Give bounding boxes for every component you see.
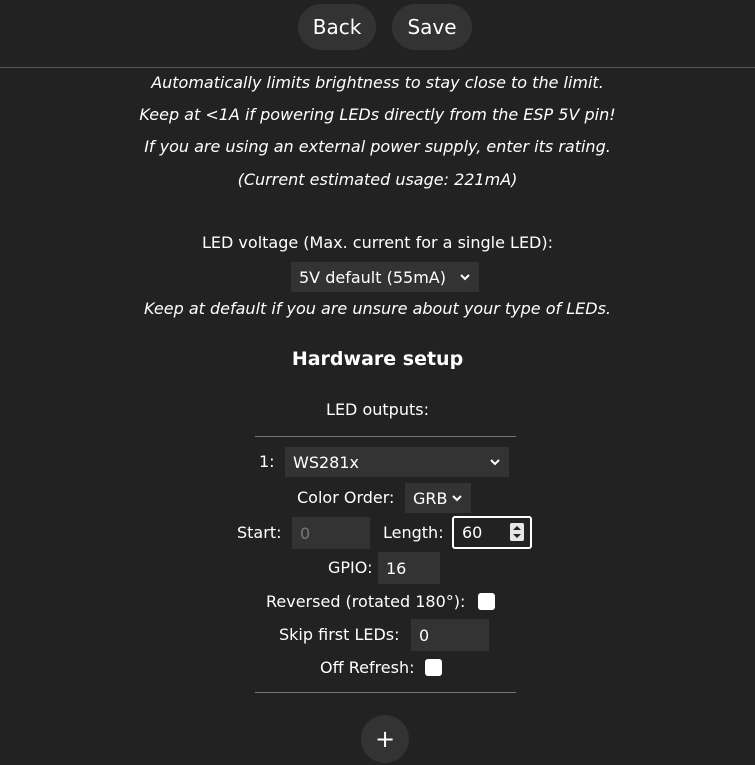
chevron-down-icon (460, 274, 470, 281)
reversed-label: Reversed (rotated 180°): (266, 592, 466, 611)
color-order-selected: GRB (413, 488, 448, 508)
add-output-button[interactable]: + (361, 715, 409, 763)
brightness-limit-info: Automatically limits brightness to stay … (151, 73, 604, 92)
length-value: 60 (462, 523, 483, 542)
external-supply-hint: If you are using an external power suppl… (144, 137, 611, 156)
settings-page: Back Save Automatically limits brightnes… (0, 0, 755, 765)
led-voltage-selected: 5V default (55mA) (299, 267, 446, 287)
length-input[interactable]: 60 (452, 516, 532, 549)
off-refresh-label: Off Refresh: (320, 658, 415, 677)
chevron-down-icon (490, 459, 500, 466)
plus-icon: + (374, 725, 396, 753)
esp-pin-warning: Keep at <1A if powering LEDs directly fr… (139, 105, 616, 124)
output-index-label: 1: (259, 452, 275, 471)
chevron-down-icon (452, 495, 462, 502)
save-button[interactable]: Save (392, 4, 472, 50)
gpio-input[interactable]: 16 (378, 552, 440, 584)
led-voltage-select[interactable]: 5V default (55mA) (291, 262, 479, 292)
current-usage-estimate: (Current estimated usage: 221mA) (237, 170, 518, 189)
color-order-label: Color Order: (297, 488, 395, 507)
reversed-checkbox[interactable] (478, 593, 495, 610)
color-order-select[interactable]: GRB (405, 483, 471, 513)
spinner-icon[interactable] (510, 523, 524, 541)
led-outputs-label: LED outputs: (326, 400, 429, 419)
led-voltage-hint: Keep at default if you are unsure about … (143, 299, 612, 318)
led-type-select[interactable]: WS281x (285, 447, 509, 477)
back-button[interactable]: Back (298, 4, 376, 50)
led-type-selected: WS281x (293, 452, 359, 472)
divider (255, 692, 516, 693)
skip-first-leds-input[interactable]: 0 (411, 619, 489, 651)
length-label: Length: (383, 523, 444, 542)
top-toolbar: Back Save (0, 0, 755, 68)
hardware-setup-heading: Hardware setup (291, 348, 464, 370)
off-refresh-checkbox[interactable] (425, 659, 442, 676)
divider (255, 436, 516, 437)
led-voltage-label: LED voltage (Max. current for a single L… (202, 233, 553, 252)
gpio-label: GPIO: (328, 558, 373, 577)
start-input[interactable]: 0 (292, 517, 370, 549)
start-label: Start: (237, 523, 282, 542)
skip-first-leds-label: Skip first LEDs: (279, 625, 400, 644)
